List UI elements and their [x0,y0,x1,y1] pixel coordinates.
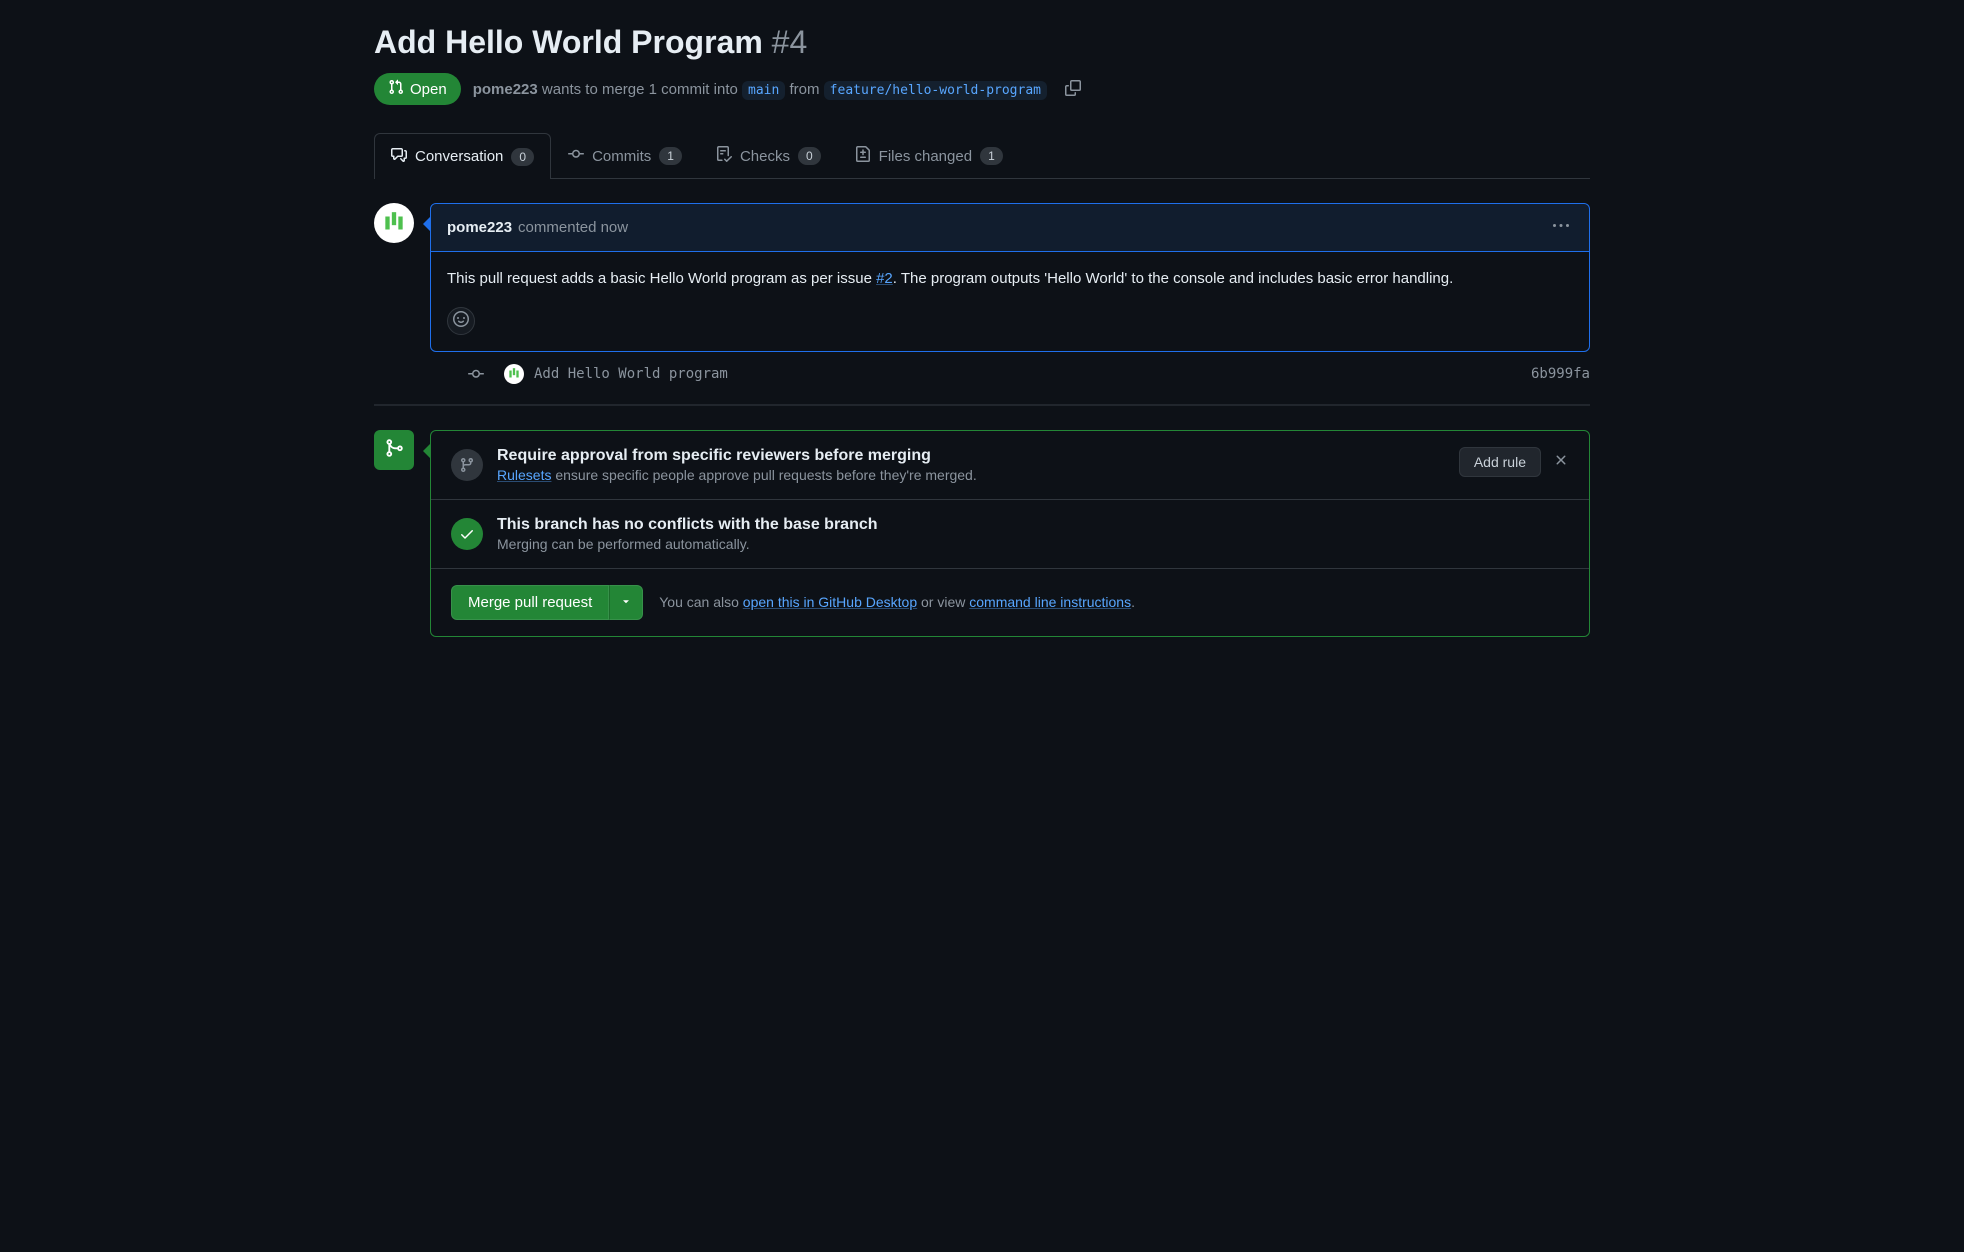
file-diff-icon [855,146,871,166]
open-in-desktop-link[interactable]: open this in GitHub Desktop [743,594,917,610]
tab-commits-label: Commits [592,148,651,165]
tab-checks-count: 0 [798,147,821,165]
pr-title-text: Add Hello World Program [374,24,763,60]
commit-hash-link[interactable]: 6b999fa [1531,366,1590,382]
comment-author-link[interactable]: pome223 [447,219,512,236]
tab-files-count: 1 [980,147,1003,165]
no-conflicts-desc: Merging can be performed automatically. [497,536,1569,552]
git-commit-icon [568,146,584,166]
comment-body-text: This pull request adds a basic Hello Wor… [447,270,876,287]
smiley-icon [453,311,469,330]
comment-timestamp[interactable]: commented now [518,219,628,236]
rule-suggestion-desc-text: ensure specific people approve pull requ… [551,467,976,483]
tab-files-changed[interactable]: Files changed 1 [838,133,1020,178]
check-icon [451,518,483,550]
git-branch-icon [451,449,483,481]
merge-status-badge [374,430,414,470]
tab-conversation[interactable]: Conversation 0 [374,133,551,179]
rule-suggestion-desc: Rulesets ensure specific people approve … [497,467,1445,483]
pr-tabs: Conversation 0 Commits 1 Checks 0 Files … [374,133,1590,179]
issue-reference-link[interactable]: #2 [876,270,893,287]
copy-icon [1065,80,1081,99]
triangle-down-icon [620,595,632,610]
checklist-icon [716,146,732,166]
merge-pull-request-button[interactable]: Merge pull request [451,585,609,620]
tab-commits-count: 1 [659,147,682,165]
pr-number: #4 [772,24,808,60]
pr-meta-text: wants to merge 1 commit into [542,81,738,98]
close-icon [1553,455,1569,471]
tab-conversation-label: Conversation [415,148,503,165]
tab-checks[interactable]: Checks 0 [699,133,838,178]
tab-files-label: Files changed [879,148,972,165]
cli-instructions-link[interactable]: command line instructions [969,594,1131,610]
tab-conversation-count: 0 [511,148,534,166]
timeline-divider [374,404,1590,406]
comment-discussion-icon [391,147,407,167]
merge-panel: Require approval from specific reviewers… [430,430,1590,637]
tab-checks-label: Checks [740,148,790,165]
merge-options-dropdown[interactable] [609,585,643,620]
base-branch-chip[interactable]: main [742,81,785,100]
kebab-horizontal-icon [1553,221,1569,237]
merge-help-text: You can also open this in GitHub Desktop… [659,594,1135,610]
tab-commits[interactable]: Commits 1 [551,133,699,178]
state-label: Open [410,81,447,98]
rule-suggestion-title: Require approval from specific reviewers… [497,447,1445,465]
no-conflicts-title: This branch has no conflicts with the ba… [497,516,1569,534]
state-badge-open: Open [374,73,461,105]
head-branch-chip[interactable]: feature/hello-world-program [824,81,1047,100]
add-reaction-button[interactable] [447,307,475,335]
pr-author-link[interactable]: pome223 [473,81,538,98]
comment-body: This pull request adds a basic Hello Wor… [431,252,1589,307]
commit-message-link[interactable]: Add Hello World program [534,366,728,382]
dismiss-suggestion-button[interactable] [1553,452,1569,471]
comment-body-text-after: . The program outputs 'Hello World' to t… [893,270,1454,287]
timeline-commit-row: Add Hello World program 6b999fa [374,352,1590,404]
rulesets-link[interactable]: Rulesets [497,467,551,483]
comment-box: pome223 commented now This pull request … [430,203,1590,352]
git-commit-icon [468,366,484,386]
pr-title: Add Hello World Program #4 [374,24,807,61]
copy-branch-button[interactable] [1059,75,1087,103]
avatar[interactable] [374,203,414,243]
pr-branch-meta: pome223 wants to merge 1 commit into mai… [473,81,1047,98]
git-merge-icon [384,438,404,461]
pr-meta-from: from [790,81,820,98]
add-rule-button[interactable]: Add rule [1459,447,1541,477]
comment-actions-menu[interactable] [1549,214,1573,241]
commit-author-avatar[interactable] [504,364,524,384]
git-pull-request-icon [388,79,404,99]
